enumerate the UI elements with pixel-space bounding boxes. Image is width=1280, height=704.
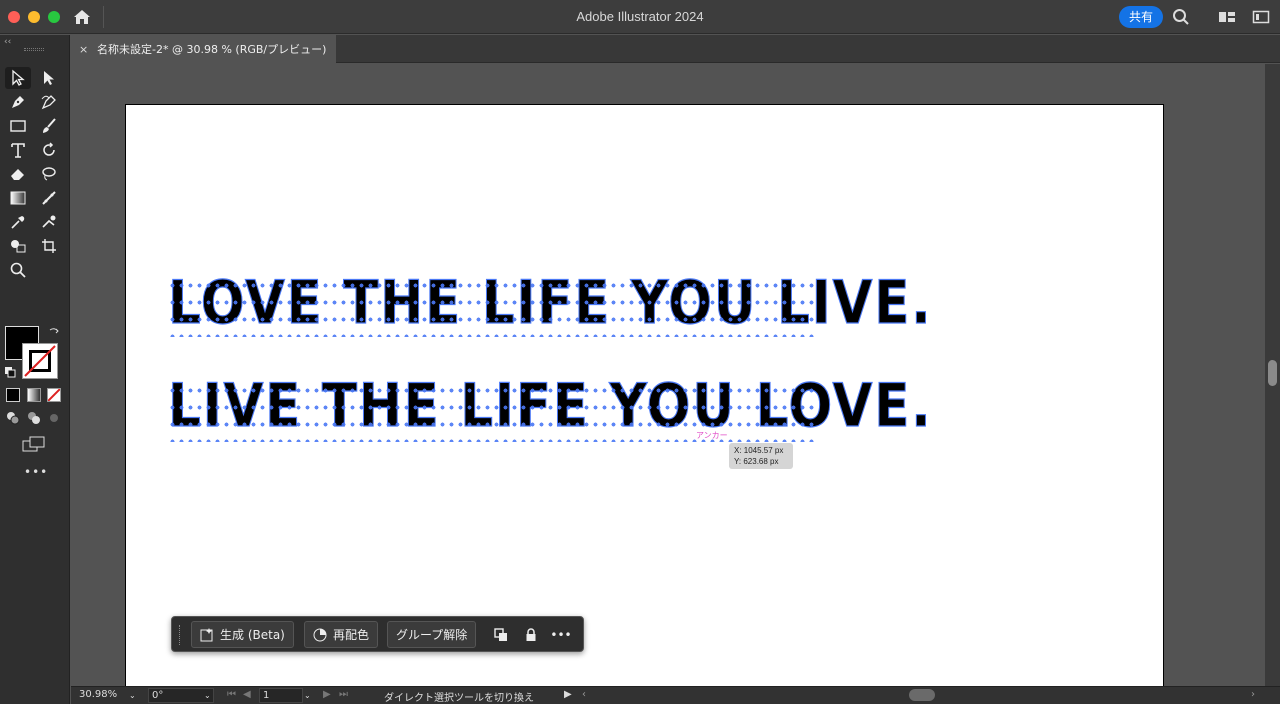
swap-colors-icon[interactable] xyxy=(48,326,60,338)
artboard-tool-icon[interactable] xyxy=(36,235,62,257)
lasso-tool-icon[interactable] xyxy=(36,163,62,185)
status-text: ダイレクト選択ツールを切り換え xyxy=(384,693,534,704)
artboard-dropdown-icon[interactable]: ⌄ xyxy=(304,691,311,700)
zoom-dropdown-icon[interactable]: ⌄ xyxy=(129,691,136,700)
stroke-color-swatch[interactable] xyxy=(22,343,58,379)
document-tab-bar: × 名称未設定-2* @ 30.98 % (RGB/プレビュー) xyxy=(71,35,1280,63)
workspace-icon[interactable] xyxy=(1218,8,1236,26)
scroll-left-icon[interactable]: ‹ xyxy=(582,689,586,700)
app-title: Adobe Illustrator 2024 xyxy=(576,9,704,24)
recolor-button[interactable]: 再配色 xyxy=(304,621,379,648)
title-bar: Adobe Illustrator 2024 共有 xyxy=(0,0,1280,34)
selection-tool-icon[interactable] xyxy=(5,67,31,89)
last-artboard-icon[interactable]: ⏭ xyxy=(339,689,348,700)
rotation-dropdown-icon[interactable]: ⌄ xyxy=(204,691,211,700)
status-bar: 30.98% ⌄ 0° ⌄ ⏮ ◀ 1 ⌄ ▶ ⏭ ダイレクト選択ツールを切り換… xyxy=(71,686,1280,704)
share-button[interactable]: 共有 xyxy=(1119,6,1163,28)
more-options-button[interactable]: ••• xyxy=(550,626,571,644)
screen-mode-icon[interactable] xyxy=(22,436,46,454)
anchor-hint: アンカー xyxy=(696,431,728,440)
direct-selection-tool-icon[interactable] xyxy=(36,67,62,89)
generative-icon xyxy=(200,627,213,641)
canvas-area[interactable]: LOVE THE LIFE YOU LIVE. LIVE THE LIFE YO… xyxy=(71,64,1265,686)
rotate-tool-icon[interactable] xyxy=(36,139,62,161)
rectangle-tool-icon[interactable] xyxy=(5,115,31,137)
coord-x: X: 1045.57 px xyxy=(734,446,784,455)
scroll-right-icon[interactable]: › xyxy=(1251,689,1255,700)
blend-tool-icon[interactable] xyxy=(36,211,62,233)
eraser-tool-icon[interactable] xyxy=(5,163,31,185)
previous-artboard-icon[interactable]: ◀ xyxy=(243,689,251,700)
collapse-toolbar-button[interactable]: ‹‹ xyxy=(4,37,11,47)
draw-behind-icon[interactable] xyxy=(27,411,41,425)
vertical-scroll-thumb[interactable] xyxy=(1268,360,1277,386)
edit-toolbar-button[interactable]: ••• xyxy=(24,465,48,479)
coordinate-tooltip: X: 1045.57 px Y: 623.68 px xyxy=(729,443,793,469)
search-icon[interactable] xyxy=(1172,8,1190,26)
type-tool-icon[interactable] xyxy=(5,139,31,161)
ungroup-button[interactable]: グループ解除 xyxy=(387,621,477,648)
artwork-text-line-1[interactable]: LOVE THE LIFE YOU LIVE. xyxy=(167,267,933,338)
next-artboard-icon[interactable]: ▶ xyxy=(323,689,331,700)
panel-icon[interactable] xyxy=(1252,8,1270,26)
artboard[interactable]: LOVE THE LIFE YOU LIVE. LIVE THE LIFE YO… xyxy=(125,104,1164,686)
document-tab[interactable]: × 名称未設定-2* @ 30.98 % (RGB/プレビュー) xyxy=(71,35,336,63)
ungroup-label: グループ解除 xyxy=(396,628,468,642)
draw-normal-icon[interactable] xyxy=(6,411,20,425)
none-slash-icon xyxy=(24,345,56,377)
toolbar-grip[interactable] xyxy=(24,48,44,51)
paintbrush-tool-icon[interactable] xyxy=(36,115,62,137)
puppet-warp-icon[interactable] xyxy=(36,187,62,209)
tab-close-button[interactable]: × xyxy=(79,43,91,56)
generate-beta-button[interactable]: 生成 (Beta) xyxy=(191,621,294,648)
duplicate-icon[interactable] xyxy=(492,626,510,644)
zoom-tool-icon[interactable] xyxy=(5,259,31,281)
recolor-icon xyxy=(313,628,327,641)
horizontal-scroll-thumb[interactable] xyxy=(909,689,935,701)
artwork-text-line-2[interactable]: LIVE THE LIFE YOU LOVE. xyxy=(167,370,933,441)
draw-inside-icon[interactable] xyxy=(47,411,61,425)
gradient-tool-icon[interactable] xyxy=(5,187,31,209)
coord-y: Y: 623.68 px xyxy=(734,457,779,466)
status-menu-icon[interactable]: ▶ xyxy=(564,689,572,700)
pen-tool-icon[interactable] xyxy=(5,91,31,113)
vertical-scrollbar[interactable] xyxy=(1265,64,1280,686)
zoom-level[interactable]: 30.98% xyxy=(79,689,117,700)
generate-beta-label: 生成 (Beta) xyxy=(220,628,285,642)
first-artboard-icon[interactable]: ⏮ xyxy=(227,689,236,700)
eyedropper-tool-icon[interactable] xyxy=(5,211,31,233)
lock-icon[interactable] xyxy=(522,626,540,644)
recolor-label: 再配色 xyxy=(333,628,370,642)
document-tab-label: 名称未設定-2* @ 30.98 % (RGB/プレビュー) xyxy=(97,43,327,56)
gradient-mode-button[interactable] xyxy=(27,388,41,402)
artwork-text-line-2-content: LIVE THE LIFE YOU LOVE. xyxy=(167,370,933,441)
shape-builder-icon[interactable] xyxy=(5,235,31,257)
none-mode-button[interactable] xyxy=(47,388,61,402)
color-mode-button[interactable] xyxy=(6,388,20,402)
tools-panel: ‹‹ ••• xyxy=(0,35,70,704)
task-bar-grip[interactable] xyxy=(179,625,182,645)
curvature-tool-icon[interactable] xyxy=(36,91,62,113)
artboard-number-field[interactable]: 1 xyxy=(259,688,303,703)
artwork-text-line-1-content: LOVE THE LIFE YOU LIVE. xyxy=(167,267,933,338)
contextual-task-bar: 生成 (Beta) 再配色 グループ解除 ••• xyxy=(171,616,584,652)
default-colors-icon[interactable] xyxy=(4,366,16,378)
